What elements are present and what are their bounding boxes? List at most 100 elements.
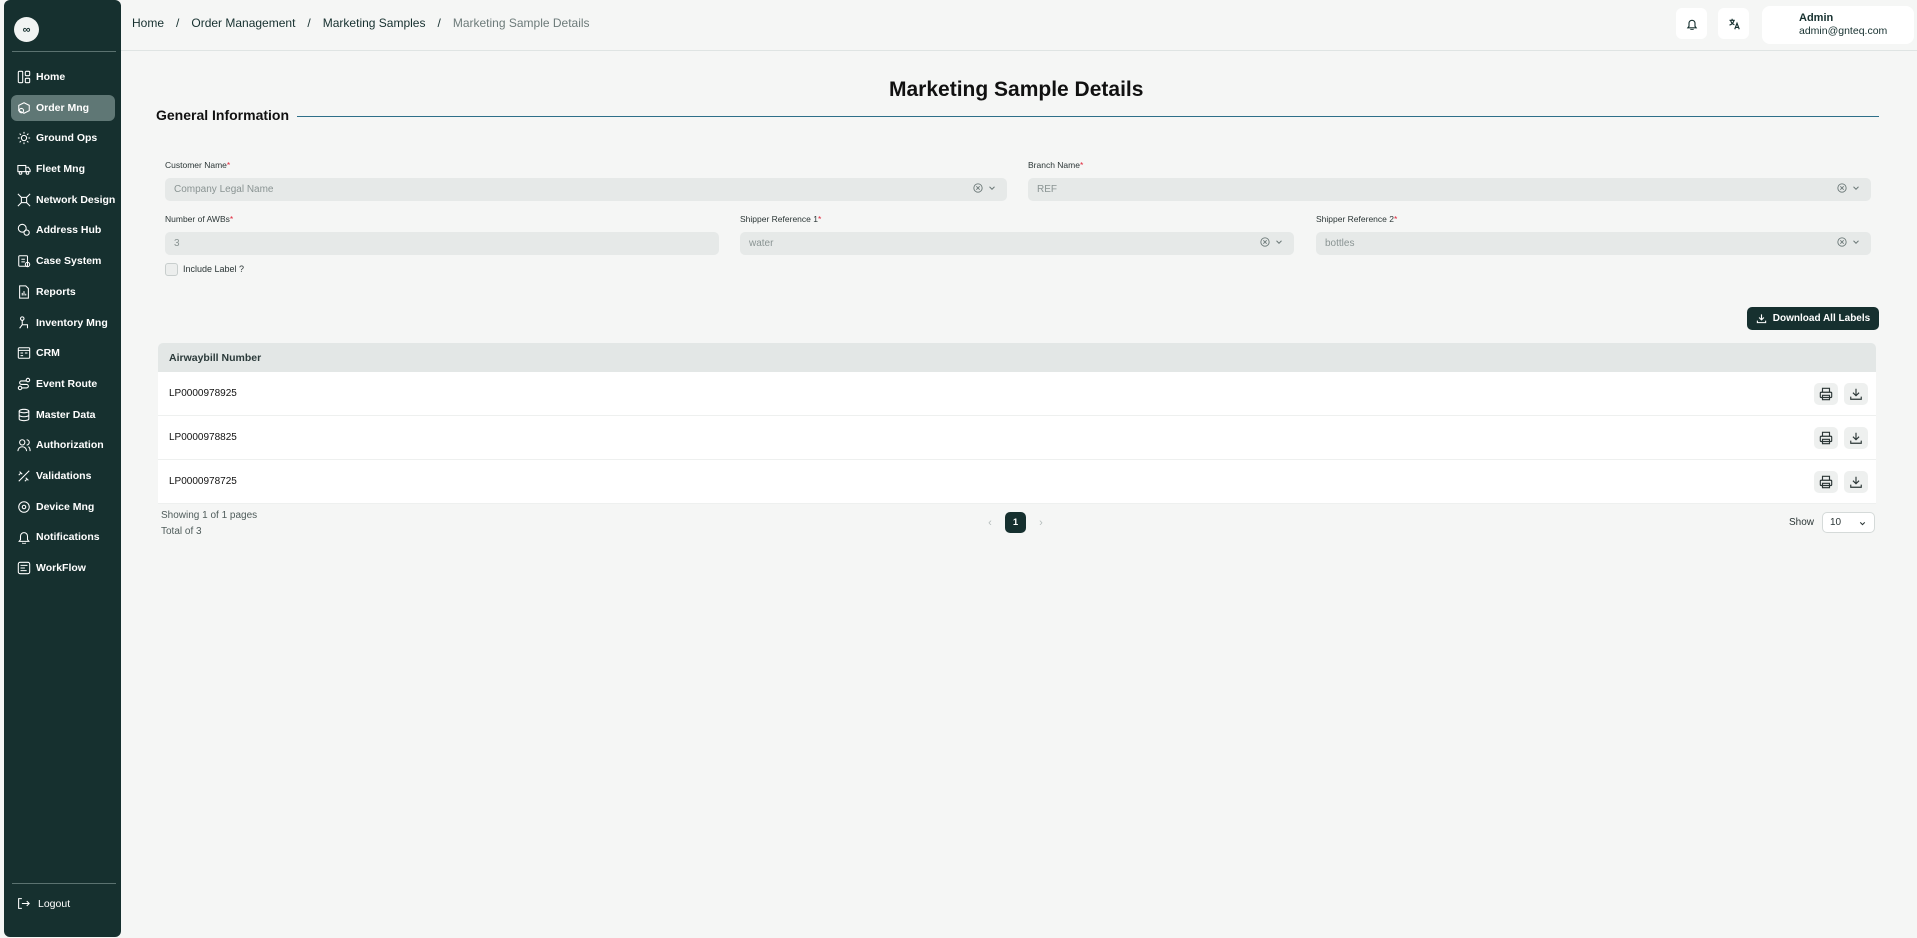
user-name: Admin	[1799, 12, 1834, 24]
printer-icon	[1819, 475, 1833, 489]
print-button[interactable]	[1814, 427, 1838, 449]
chevron-down-icon[interactable]	[987, 183, 997, 193]
app-logo[interactable]: ∞	[14, 17, 39, 42]
reports-icon	[19, 285, 29, 299]
num-awbs-value: 3	[174, 238, 180, 249]
branch-name-select[interactable]: REF	[1028, 178, 1871, 201]
sidebar-item-fleet-mng[interactable]: Fleet Mng	[11, 156, 115, 182]
airwaybill-number: LP0000978725	[169, 476, 237, 487]
sidebar-item-device-mng[interactable]: Device Mng	[11, 494, 115, 520]
airwaybill-number: LP0000978925	[169, 388, 237, 399]
sidebar-item-label: Device Mng	[36, 500, 95, 513]
shipper-ref-1-select[interactable]: water	[740, 232, 1294, 255]
sidebar-nav: Home Order Mng Ground Ops Fleet Mng Netw…	[11, 64, 115, 586]
printer-icon	[1819, 431, 1833, 445]
sidebar-item-authorization[interactable]: Authorization	[11, 432, 115, 458]
breadcrumb-home[interactable]: Home	[132, 16, 164, 30]
sidebar-item-master-data[interactable]: Master Data	[11, 402, 115, 428]
download-button[interactable]	[1844, 471, 1868, 493]
print-button[interactable]	[1814, 471, 1838, 493]
sidebar-item-notifications[interactable]: Notifications	[11, 524, 115, 550]
home-icon	[17, 70, 31, 84]
sidebar-divider	[12, 51, 116, 52]
translate-icon	[1728, 18, 1740, 29]
sidebar-item-label: Address Hub	[36, 224, 102, 237]
clear-icon[interactable]	[1837, 237, 1847, 247]
num-awbs-input[interactable]: 3	[165, 232, 719, 255]
sidebar-item-label: Case System	[36, 255, 102, 268]
column-header-airwaybill: Airwaybill Number	[169, 351, 262, 364]
sidebar-item-address-hub[interactable]: Address Hub	[11, 217, 115, 243]
download-all-labels-button[interactable]: Download All Labels	[1747, 307, 1879, 330]
download-button[interactable]	[1844, 383, 1868, 405]
sidebar-item-label: Master Data	[36, 408, 96, 421]
include-label-checkbox[interactable]	[165, 263, 178, 276]
chevron-down-icon[interactable]	[1851, 237, 1861, 247]
print-button[interactable]	[1814, 383, 1838, 405]
breadcrumb-separator: /	[437, 16, 441, 30]
sidebar-item-label: Reports	[36, 285, 76, 298]
download-all-label: Download All Labels	[1772, 313, 1871, 324]
download-icon	[1850, 388, 1862, 400]
breadcrumb-marketing-samples[interactable]: Marketing Samples	[323, 16, 426, 30]
sidebar-item-label: Inventory Mng	[36, 316, 108, 329]
airwaybill-number: LP0000978825	[169, 432, 237, 443]
sidebar-item-home[interactable]: Home	[11, 64, 115, 90]
sidebar-item-crm[interactable]: CRM	[11, 340, 115, 366]
sidebar-item-network-design[interactable]: Network Design	[11, 187, 115, 213]
sidebar-item-ground-ops[interactable]: Ground Ops	[11, 125, 115, 151]
breadcrumb-order-management[interactable]: Order Management	[191, 16, 295, 30]
page-size-value: 10	[1830, 517, 1842, 528]
breadcrumb-separator: /	[176, 16, 180, 30]
sidebar-item-inventory-mng[interactable]: Inventory Mng	[11, 310, 115, 336]
bell-icon	[18, 532, 30, 545]
address-icon	[17, 224, 30, 237]
sidebar-item-label: Fleet Mng	[36, 163, 85, 176]
num-awbs-label: Number of AWBs*	[165, 214, 234, 224]
chevron-down-icon	[1859, 522, 1866, 526]
case-icon	[18, 255, 31, 268]
clear-icon[interactable]	[1837, 183, 1847, 193]
customer-name-select[interactable]: Company Legal Name	[165, 178, 1007, 201]
ground-ops-icon	[17, 132, 31, 145]
clear-icon[interactable]	[1260, 237, 1270, 247]
section-title: General Information	[156, 107, 290, 123]
crm-icon	[17, 347, 31, 359]
breadcrumb-separator: /	[307, 16, 311, 30]
prev-page-button[interactable]: ‹	[983, 513, 997, 533]
sidebar-item-case-system[interactable]: Case System	[11, 248, 115, 274]
page-button-current[interactable]: 1	[1005, 512, 1026, 533]
next-page-button[interactable]: ›	[1034, 513, 1048, 533]
download-icon	[1850, 432, 1862, 444]
pagination-total: Total of 3	[161, 526, 202, 537]
sidebar-item-validations[interactable]: Validations	[11, 463, 115, 489]
table-row: LP0000978825	[158, 416, 1876, 460]
chevron-down-icon[interactable]	[1274, 237, 1284, 247]
notifications-button[interactable]	[1676, 8, 1707, 39]
device-icon	[18, 500, 30, 513]
logout-button[interactable]: Logout	[17, 897, 70, 910]
sidebar-item-reports[interactable]: Reports	[11, 279, 115, 305]
sidebar-item-order-mng[interactable]: Order Mng	[11, 94, 115, 121]
user-menu[interactable]: Admin admin@gnteq.com	[1762, 6, 1914, 44]
download-button[interactable]	[1844, 427, 1868, 449]
chevron-down-icon[interactable]	[1851, 183, 1861, 193]
sidebar-item-workflow[interactable]: WorkFlow	[11, 555, 115, 581]
airwaybill-table: Airwaybill Number LP0000978925 LP0000978…	[158, 343, 1876, 504]
shipper-ref-2-select[interactable]: bottles	[1316, 232, 1871, 255]
sidebar-item-label: WorkFlow	[36, 562, 86, 574]
shipper-ref-1-label: Shipper Reference 1*	[740, 214, 822, 224]
page-title: Marketing Sample Details	[889, 78, 1144, 101]
section-divider	[297, 116, 1879, 117]
page-size-select[interactable]: 10	[1822, 512, 1875, 533]
inventory-icon	[19, 315, 29, 329]
clear-icon[interactable]	[973, 183, 983, 193]
shipper-ref-2-value: bottles	[1325, 238, 1355, 249]
table-header: Airwaybill Number	[158, 343, 1876, 372]
branch-name-value: REF	[1037, 184, 1057, 195]
sidebar: ∞ Home Order Mng Ground Ops Fleet Mng Ne…	[4, 0, 121, 937]
language-button[interactable]	[1718, 8, 1749, 39]
sidebar-item-event-route[interactable]: Event Route	[11, 371, 115, 397]
sidebar-item-label: Notifications	[36, 531, 100, 544]
sidebar-divider	[12, 883, 116, 884]
